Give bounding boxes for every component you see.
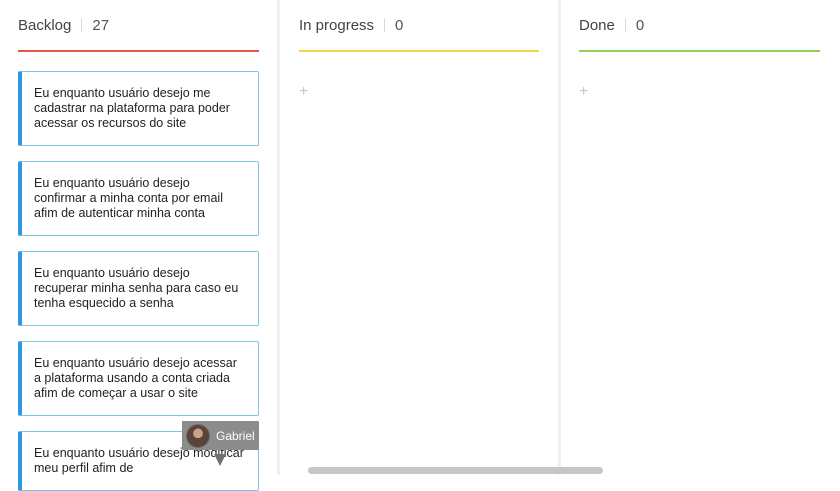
- column-title: In progress: [299, 16, 375, 34]
- story-card[interactable]: Eu enquanto usuário desejo recuperar min…: [18, 251, 259, 326]
- assignee-chip[interactable]: Gabriel: [182, 421, 259, 450]
- horizontal-scrollbar[interactable]: [308, 467, 603, 474]
- column-header: Done 0: [579, 14, 820, 36]
- column-count: 0: [395, 16, 404, 34]
- story-card[interactable]: Eu enquanto usuário desejo me cadastrar …: [18, 71, 259, 146]
- column-accent-line: [579, 50, 820, 52]
- column-title: Done: [579, 16, 615, 34]
- column-accent-line: [299, 50, 539, 52]
- column-count: 0: [635, 16, 645, 34]
- column-accent-line: [18, 50, 259, 52]
- story-card[interactable]: Eu enquanto usuário desejo acessar a pla…: [18, 341, 259, 416]
- column-backlog: Backlog 27 Eu enquanto usuário desejo me…: [18, 0, 259, 491]
- column-header: In progress 0: [299, 14, 539, 36]
- column-divider: [558, 0, 561, 475]
- column-in-progress: In progress 0 +: [299, 0, 539, 475]
- header-separator: [81, 18, 83, 32]
- add-card-button[interactable]: +: [579, 84, 591, 100]
- header-separator: [624, 18, 626, 32]
- drag-pointer-icon: [214, 454, 226, 466]
- header-separator: [384, 18, 386, 32]
- column-header: Backlog 27: [18, 14, 259, 36]
- add-card-button[interactable]: +: [299, 84, 311, 100]
- column-divider: [277, 0, 280, 475]
- assignee-name: Gabriel: [216, 428, 255, 443]
- column-count: 27: [92, 16, 110, 34]
- kanban-board: Backlog 27 Eu enquanto usuário desejo me…: [0, 0, 840, 491]
- story-card[interactable]: Eu enquanto usuário desejo confirmar a m…: [18, 161, 259, 236]
- column-title: Backlog: [18, 16, 72, 34]
- column-done: Done 0 +: [579, 0, 820, 475]
- avatar: [186, 423, 210, 448]
